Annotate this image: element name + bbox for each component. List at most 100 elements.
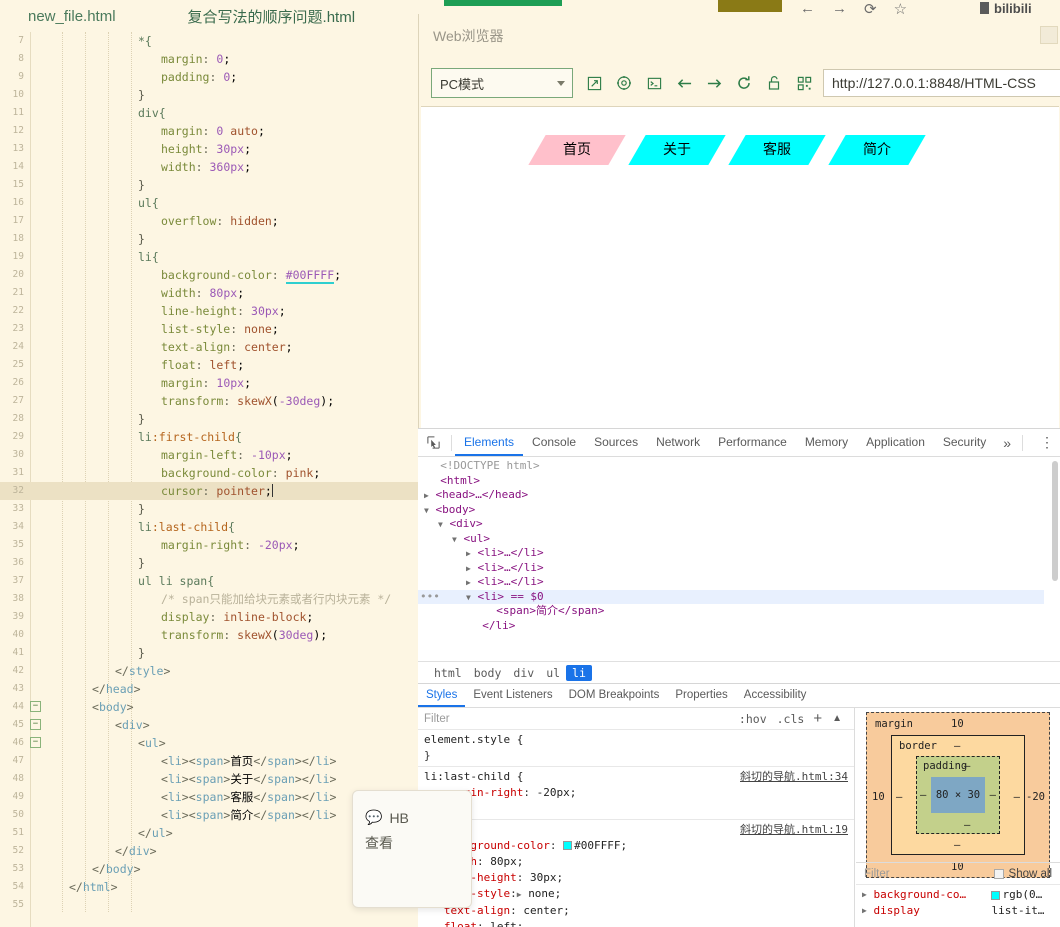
box-model-padding-bottom[interactable]: – bbox=[964, 819, 970, 831]
dom-tree-row[interactable]: ▶ <li>…</li> bbox=[418, 546, 1044, 561]
back-arrow-icon[interactable] bbox=[669, 68, 699, 98]
background-tab-green[interactable] bbox=[444, 0, 562, 6]
devtools-tab-performance[interactable]: Performance bbox=[709, 429, 796, 456]
devtools-tab-memory[interactable]: Memory bbox=[796, 429, 857, 456]
code-line[interactable]: 13 height: 30px; bbox=[0, 140, 418, 158]
dom-tree-row[interactable]: ▶ <head>…</head> bbox=[418, 488, 1044, 503]
panel-restore-button[interactable] bbox=[1040, 26, 1058, 44]
css-rule-block[interactable]: 斜切的导航.html:19li { background-color: #00F… bbox=[418, 820, 854, 927]
dom-tree-row[interactable]: ▼ <body> bbox=[418, 503, 1044, 518]
styles-tab-dom-breakpoints[interactable]: DOM Breakpoints bbox=[561, 684, 668, 707]
css-value[interactable]: left; bbox=[490, 920, 523, 927]
box-model-border-left[interactable]: – bbox=[896, 791, 902, 803]
expand-arrow-icon[interactable]: ▶ bbox=[466, 549, 471, 558]
inspect-element-icon[interactable] bbox=[418, 429, 448, 457]
dom-tree-row[interactable]: ▶ <li>…</li> bbox=[418, 575, 1044, 590]
css-value[interactable]: none; bbox=[528, 887, 561, 900]
new-style-rule-button[interactable]: + bbox=[809, 710, 826, 727]
css-declaration[interactable]: margin-right: -20px; bbox=[424, 785, 848, 801]
box-model-padding-right[interactable]: – bbox=[990, 789, 996, 801]
code-line[interactable]: 19 li{ bbox=[0, 248, 418, 266]
code-line[interactable]: 39 display: inline-block; bbox=[0, 608, 418, 626]
code-line[interactable]: 47 <li><span>首页</span></li> bbox=[0, 752, 418, 770]
css-value[interactable]: 30px; bbox=[530, 871, 563, 884]
device-mode-select[interactable]: PC模式 bbox=[431, 68, 573, 98]
breadcrumb-item-html[interactable]: html bbox=[428, 665, 468, 681]
code-line[interactable]: 24 text-align: center; bbox=[0, 338, 418, 356]
code-line[interactable]: 23 list-style: none; bbox=[0, 320, 418, 338]
css-declaration[interactable]: background-color: #00FFFF; bbox=[424, 838, 848, 854]
box-model-border-top[interactable]: – bbox=[954, 740, 960, 752]
css-selector[interactable]: element.style { bbox=[424, 732, 848, 748]
code-line[interactable]: 48 <li><span>关于</span></li> bbox=[0, 770, 418, 788]
code-line[interactable]: 8 margin: 0; bbox=[0, 50, 418, 68]
dom-tree-scroll-thumb[interactable] bbox=[1052, 461, 1058, 581]
expand-arrow-icon[interactable]: ▼ bbox=[424, 506, 429, 515]
code-line[interactable]: 38 /* span只能加给块元素或者行内块元素 */ bbox=[0, 590, 418, 608]
box-model-margin-left[interactable]: 10 bbox=[872, 791, 885, 803]
code-line[interactable]: 9 padding: 0; bbox=[0, 68, 418, 86]
box-model-content-size[interactable]: 80 × 30 bbox=[931, 777, 985, 813]
code-line[interactable]: 42 </style> bbox=[0, 662, 418, 680]
breadcrumb-item-body[interactable]: body bbox=[468, 665, 508, 681]
styles-tab-accessibility[interactable]: Accessibility bbox=[736, 684, 815, 707]
code-line[interactable]: 18} bbox=[0, 230, 418, 248]
styles-tab-properties[interactable]: Properties bbox=[667, 684, 735, 707]
box-model-padding-top[interactable]: – bbox=[964, 760, 970, 772]
computed-filter-input[interactable]: Filter bbox=[864, 868, 890, 880]
code-line[interactable]: 34 li:last-child{ bbox=[0, 518, 418, 536]
row-menu-icon[interactable]: ••• bbox=[420, 590, 440, 605]
css-rule-block[interactable]: element.style {} bbox=[418, 730, 854, 767]
color-swatch[interactable] bbox=[563, 841, 573, 850]
hbuilder-hint-popup[interactable]: 💬 HB 查看 bbox=[352, 790, 472, 908]
code-line[interactable]: 37 ul li span{ bbox=[0, 572, 418, 590]
expand-arrow-icon[interactable]: ▶ bbox=[424, 491, 429, 500]
devtools-menu-icon[interactable]: ⋮ bbox=[1034, 429, 1060, 457]
dom-tree-row[interactable]: </li> bbox=[418, 619, 1044, 634]
code-line[interactable]: 26 margin: 10px; bbox=[0, 374, 418, 392]
show-all-checkbox[interactable] bbox=[993, 868, 1004, 879]
box-model-padding-left[interactable]: – bbox=[920, 789, 926, 801]
dom-tree-row[interactable]: <span>简介</span> bbox=[418, 604, 1044, 619]
devtools-tab-console[interactable]: Console bbox=[523, 429, 585, 456]
expand-arrow-icon[interactable]: ▼ bbox=[438, 520, 443, 529]
expand-arrow-icon[interactable] bbox=[466, 622, 476, 631]
code-line[interactable]: 40 transform: skewX(30deg); bbox=[0, 626, 418, 644]
code-line[interactable]: 12 margin: 0 auto; bbox=[0, 122, 418, 140]
css-declaration[interactable]: float: left; bbox=[424, 919, 848, 927]
code-line[interactable]: 10} bbox=[0, 86, 418, 104]
background-tab-olive[interactable] bbox=[718, 0, 782, 12]
fold-toggle-icon[interactable]: − bbox=[30, 719, 41, 730]
editor-tab-active-file[interactable]: 复合写法的顺序问题.html bbox=[178, 6, 366, 27]
unlock-icon[interactable] bbox=[759, 68, 789, 98]
code-line[interactable]: 14 width: 360px; bbox=[0, 158, 418, 176]
dom-tree[interactable]: <!DOCTYPE html> <html> ▶ <head>…</head> ▼ … bbox=[418, 457, 1044, 661]
reload-icon[interactable] bbox=[729, 68, 759, 98]
code-line[interactable]: 22 line-height: 30px; bbox=[0, 302, 418, 320]
expand-arrow-icon[interactable] bbox=[424, 477, 434, 486]
css-declaration[interactable]: width: 80px; bbox=[424, 854, 848, 870]
code-line[interactable]: 43 </head> bbox=[0, 680, 418, 698]
css-property[interactable]: float bbox=[444, 920, 477, 927]
expand-arrow-icon[interactable]: ▶ bbox=[862, 903, 867, 919]
css-declaration[interactable]: list-style:▶ none; bbox=[424, 886, 848, 903]
code-line[interactable]: 15} bbox=[0, 176, 418, 194]
code-line[interactable]: 28} bbox=[0, 410, 418, 428]
computed-property-row[interactable]: ▶ background-co… rgb(0… bbox=[862, 887, 1054, 903]
css-declaration[interactable]: text-align: center; bbox=[424, 903, 848, 919]
code-line[interactable]: 32 cursor: pointer; bbox=[0, 482, 418, 500]
breadcrumb-item-ul[interactable]: ul bbox=[540, 665, 566, 681]
css-declaration[interactable]: line-height: 30px; bbox=[424, 870, 848, 886]
code-line[interactable]: 33} bbox=[0, 500, 418, 518]
code-line[interactable]: 45− <div> bbox=[0, 716, 418, 734]
styles-tab-event-listeners[interactable]: Event Listeners bbox=[465, 684, 560, 707]
gear-icon[interactable] bbox=[609, 68, 639, 98]
box-model-diagram[interactable]: margin 10 10 -20 10 border – – – – paddi… bbox=[866, 712, 1050, 878]
console-icon[interactable] bbox=[639, 68, 669, 98]
code-line[interactable]: 41} bbox=[0, 644, 418, 662]
dom-tree-row[interactable]: ▶ <li>…</li> bbox=[418, 561, 1044, 576]
fold-toggle-icon[interactable]: − bbox=[30, 701, 41, 712]
code-line[interactable]: 25 float: left; bbox=[0, 356, 418, 374]
code-line[interactable]: 17 overflow: hidden; bbox=[0, 212, 418, 230]
dom-tree-row[interactable]: <html> bbox=[418, 474, 1044, 489]
